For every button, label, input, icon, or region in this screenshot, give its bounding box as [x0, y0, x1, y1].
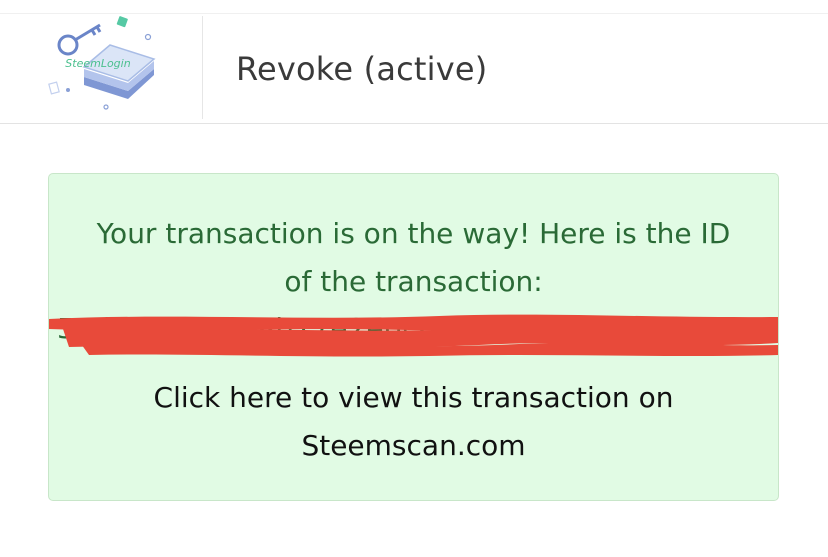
success-message-line-1: Your transaction is on the way! Here is … — [96, 217, 731, 250]
transaction-id-row: 5ad0cf40f19a8b77e2e0c6ab4ec31d2bd54c0f1c… — [49, 309, 778, 357]
redaction-scribble — [49, 314, 778, 357]
success-message: Your transaction is on the way! Here is … — [49, 210, 778, 306]
success-message-line-2: of the transaction: — [284, 265, 543, 298]
view-link-line-1[interactable]: Click here to view this transaction on — [49, 374, 778, 422]
view-link-line-2[interactable]: Steemscan.com — [49, 422, 778, 470]
header: SteemLogin Revoke (active) — [0, 14, 828, 124]
transaction-success-panel: Your transaction is on the way! Here is … — [48, 173, 779, 501]
steemlogin-logo[interactable]: SteemLogin — [44, 15, 164, 115]
key-icon — [57, 23, 102, 56]
page-title: Revoke (active) — [236, 50, 488, 88]
logo-wordmark: SteemLogin — [65, 57, 130, 70]
page: SteemLogin Revoke (active) Your transact… — [0, 0, 828, 557]
header-divider — [202, 16, 203, 119]
view-on-steemscan-link[interactable]: Click here to view this transaction on S… — [49, 374, 778, 470]
